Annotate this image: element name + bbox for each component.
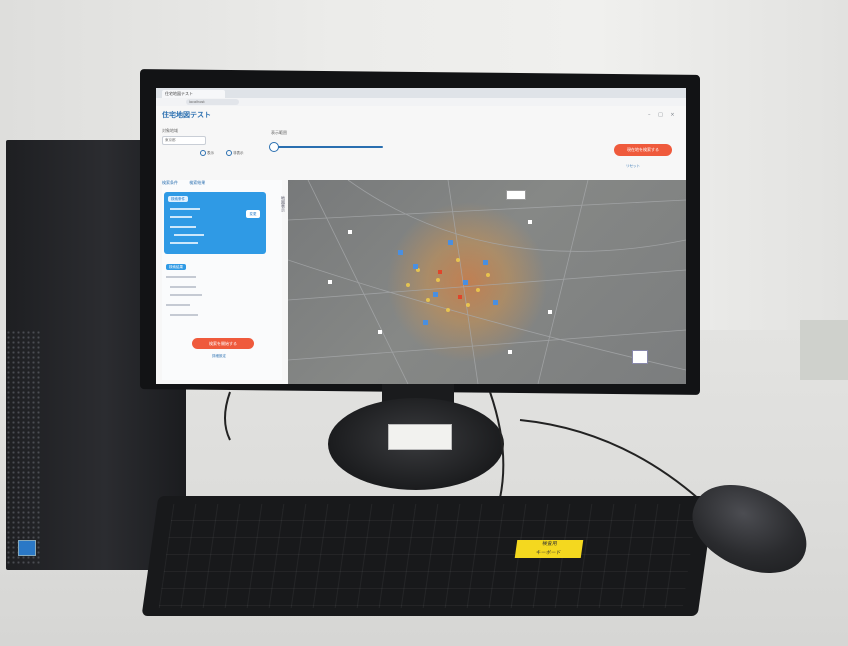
- keyboard-keys: [158, 504, 698, 608]
- keyboard-sticker: 検査用 キーボード: [514, 540, 584, 558]
- sticker-line-2: キーボード: [535, 550, 562, 556]
- sticker-line-1: 検査用: [541, 541, 558, 547]
- photo-scene: 住宅地図テスト localhost 住宅地図テスト – □ × 対象地域 東京都…: [0, 0, 848, 646]
